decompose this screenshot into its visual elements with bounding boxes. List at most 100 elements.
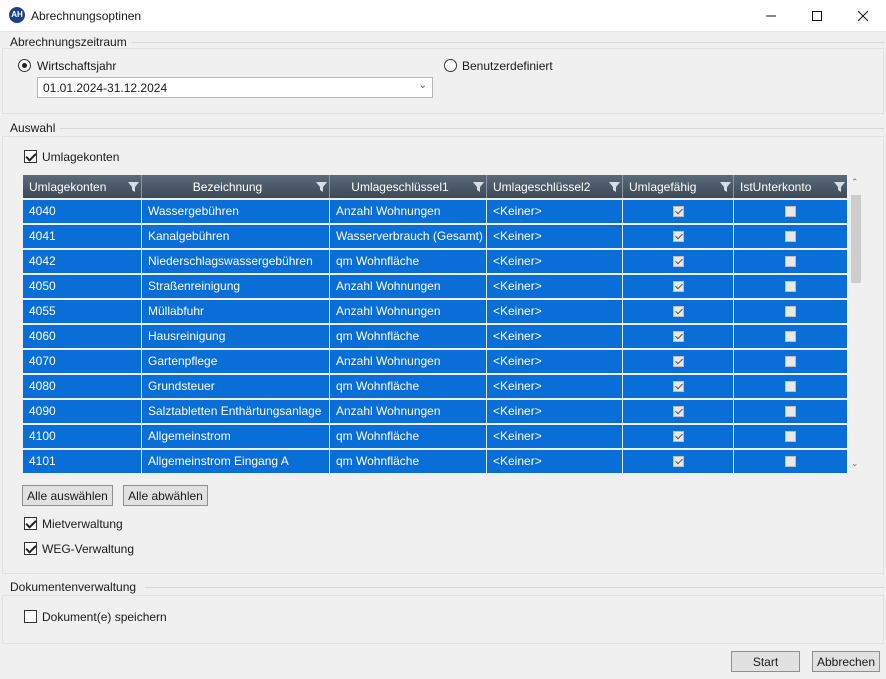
cell-konto[interactable]: 4101: [23, 450, 142, 473]
cell-konto[interactable]: 4090: [23, 400, 142, 423]
umlagefaehig-checkbox[interactable]: [672, 231, 684, 242]
mietverwaltung-checkbox[interactable]: [24, 517, 37, 530]
column-header-umlagekonten[interactable]: Umlagekonten: [23, 175, 142, 198]
cell-umlageschluessel2[interactable]: <Keiner>: [487, 325, 623, 348]
table-row[interactable]: 4040 Wassergebühren Anzahl Wohnungen <Keine…: [23, 200, 847, 223]
umlagefaehig-checkbox[interactable]: [672, 331, 684, 342]
cell-bezeichnung[interactable]: Straßenreinigung: [142, 275, 330, 298]
cell-umlageschluessel1[interactable]: Anzahl Wohnungen: [330, 300, 487, 323]
table-row[interactable]: 4101 Allgemeinstrom Eingang Aqm Wohnfläch…: [23, 450, 847, 473]
cell-umlageschluessel1[interactable]: qm Wohnfläche: [330, 325, 487, 348]
istunterkonto-checkbox[interactable]: [785, 356, 796, 367]
cell-konto[interactable]: 4080: [23, 375, 142, 398]
istunterkonto-checkbox[interactable]: [785, 431, 796, 442]
table-row[interactable]: 4060 Hausreinigung qm Wohnfläche <Keiner>: [23, 325, 847, 348]
cell-konto[interactable]: 4100: [23, 425, 142, 448]
cell-umlageschluessel1[interactable]: Anzahl Wohnungen: [330, 200, 487, 223]
cell-umlageschluessel1[interactable]: Anzahl Wohnungen: [330, 350, 487, 373]
custom-period-radio[interactable]: [444, 59, 457, 72]
table-row[interactable]: 4041 Kanalgebühren Wasserverbrauch (Gesamt…: [23, 225, 847, 248]
scrollbar-thumb[interactable]: [851, 195, 861, 283]
cell-bezeichnung[interactable]: Wassergebühren: [142, 200, 330, 223]
cell-bezeichnung[interactable]: Allgemeinstrom Eingang A: [142, 450, 330, 473]
table-row[interactable]: 4050 Straßenreinigung Anzahl Wohnungen <Kei…: [23, 275, 847, 298]
cell-umlageschluessel2[interactable]: <Keiner>: [487, 375, 623, 398]
close-button[interactable]: [840, 0, 886, 32]
cell-umlageschluessel1[interactable]: Anzahl Wohnungen: [330, 400, 487, 423]
umlagefaehig-checkbox[interactable]: [672, 256, 684, 267]
istunterkonto-checkbox[interactable]: [785, 331, 796, 342]
cell-konto[interactable]: 4050: [23, 275, 142, 298]
istunterkonto-checkbox[interactable]: [785, 456, 796, 467]
column-header-istunterkonto[interactable]: IstUnterkonto: [734, 175, 847, 198]
cell-bezeichnung[interactable]: Kanalgebühren: [142, 225, 330, 248]
istunterkonto-checkbox[interactable]: [785, 231, 796, 242]
column-header-umlagefaehig[interactable]: Umlagefähig: [623, 175, 734, 198]
minimize-button[interactable]: [748, 0, 794, 32]
deselect-all-button[interactable]: Alle abwählen: [123, 485, 208, 506]
cell-umlageschluessel2[interactable]: <Keiner>: [487, 400, 623, 423]
umlagefaehig-checkbox[interactable]: [672, 431, 684, 442]
cell-bezeichnung[interactable]: Niederschlagswassergebühren: [142, 250, 330, 273]
scroll-up-icon[interactable]: ⌃: [851, 177, 859, 188]
cell-bezeichnung[interactable]: Grundsteuer: [142, 375, 330, 398]
table-row[interactable]: 4090 Salztabletten Enthärtungsanlage Anzah…: [23, 400, 847, 423]
cell-umlageschluessel2[interactable]: <Keiner>: [487, 200, 623, 223]
umlagefaehig-checkbox[interactable]: [672, 356, 684, 367]
cell-umlageschluessel1[interactable]: Anzahl Wohnungen: [330, 275, 487, 298]
umlagefaehig-checkbox[interactable]: [672, 406, 684, 417]
cell-umlageschluessel2[interactable]: <Keiner>: [487, 250, 623, 273]
cell-konto[interactable]: 4055: [23, 300, 142, 323]
weg-checkbox[interactable]: [24, 542, 37, 555]
cell-umlageschluessel2[interactable]: <Keiner>: [487, 275, 623, 298]
period-range-select[interactable]: 01.01.2024-31.12.2024 ⌄: [37, 77, 433, 98]
table-row[interactable]: 4070 Gartenpflege Anzahl Wohnungen <Keiner>: [23, 350, 847, 373]
table-row[interactable]: 4042 Niederschlagswassergebühren qm Wohnfl…: [23, 250, 847, 273]
cell-umlageschluessel1[interactable]: qm Wohnfläche: [330, 450, 487, 473]
umlagefaehig-checkbox[interactable]: [672, 281, 684, 292]
cell-bezeichnung[interactable]: Allgemeinstrom: [142, 425, 330, 448]
filter-icon[interactable]: [125, 181, 141, 192]
cell-konto[interactable]: 4040: [23, 200, 142, 223]
cell-bezeichnung[interactable]: Gartenpflege: [142, 350, 330, 373]
fiscal-year-radio[interactable]: [18, 59, 31, 72]
umlagefaehig-checkbox[interactable]: [672, 381, 684, 392]
cell-umlageschluessel2[interactable]: <Keiner>: [487, 300, 623, 323]
cell-umlageschluessel2[interactable]: <Keiner>: [487, 225, 623, 248]
cell-konto[interactable]: 4041: [23, 225, 142, 248]
filter-icon[interactable]: [470, 181, 486, 192]
umlagefaehig-checkbox[interactable]: [672, 306, 684, 317]
cell-bezeichnung[interactable]: Hausreinigung: [142, 325, 330, 348]
cell-umlageschluessel2[interactable]: <Keiner>: [487, 350, 623, 373]
select-all-button[interactable]: Alle auswählen: [22, 485, 113, 506]
istunterkonto-checkbox[interactable]: [785, 281, 796, 292]
save-documents-checkbox[interactable]: [24, 610, 37, 623]
filter-icon[interactable]: [313, 181, 329, 192]
table-row[interactable]: 4100 Allgemeinstrom qm Wohnfläche <Keiner>: [23, 425, 847, 448]
cancel-button[interactable]: Abbrechen: [812, 651, 880, 672]
column-header-umlageschluessel2[interactable]: Umlageschlüssel2: [487, 175, 623, 198]
start-button[interactable]: Start: [731, 651, 800, 672]
table-row[interactable]: 4055 Müllabfuhr Anzahl Wohnungen <Keiner>: [23, 300, 847, 323]
cell-umlageschluessel1[interactable]: qm Wohnfläche: [330, 250, 487, 273]
cell-umlageschluessel1[interactable]: Wasserverbrauch (Gesamt): [330, 225, 487, 248]
cell-umlageschluessel2[interactable]: <Keiner>: [487, 450, 623, 473]
filter-icon[interactable]: [717, 181, 733, 192]
grid-scrollbar[interactable]: ⌃ ⌄: [847, 175, 864, 474]
filter-icon[interactable]: [831, 181, 847, 192]
umlagekonten-checkbox[interactable]: [24, 150, 37, 163]
istunterkonto-checkbox[interactable]: [785, 381, 796, 392]
umlagefaehig-checkbox[interactable]: [672, 456, 684, 467]
cell-umlageschluessel1[interactable]: qm Wohnfläche: [330, 375, 487, 398]
istunterkonto-checkbox[interactable]: [785, 256, 796, 267]
istunterkonto-checkbox[interactable]: [785, 306, 796, 317]
table-row[interactable]: 4080 Grundsteuer qm Wohnfläche <Keiner>: [23, 375, 847, 398]
maximize-button[interactable]: [794, 0, 840, 32]
filter-icon[interactable]: [606, 181, 622, 192]
cell-umlageschluessel1[interactable]: qm Wohnfläche: [330, 425, 487, 448]
cell-bezeichnung[interactable]: Müllabfuhr: [142, 300, 330, 323]
istunterkonto-checkbox[interactable]: [785, 406, 796, 417]
cell-konto[interactable]: 4042: [23, 250, 142, 273]
cell-bezeichnung[interactable]: Salztabletten Enthärtungsanlage: [142, 400, 330, 423]
column-header-umlageschluessel1[interactable]: Umlageschlüssel1: [330, 175, 487, 198]
